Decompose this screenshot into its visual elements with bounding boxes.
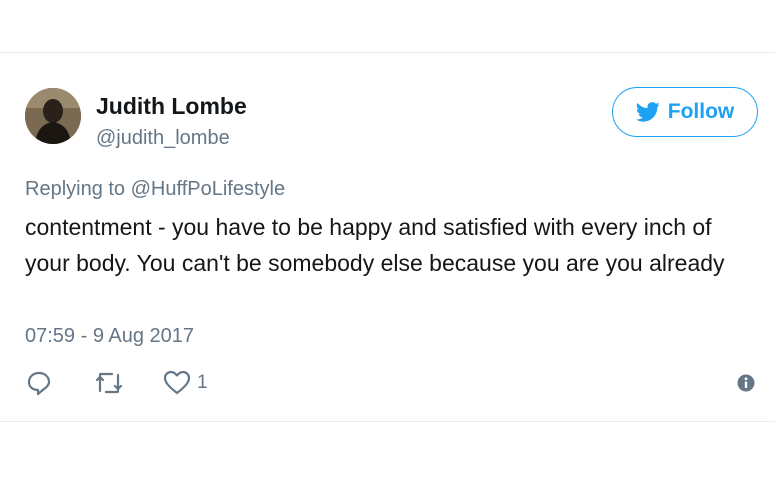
- like-count: 1: [197, 372, 208, 393]
- top-divider: [0, 52, 775, 53]
- follow-label: Follow: [667, 100, 735, 123]
- like-button[interactable]: 1: [162, 366, 208, 400]
- retweet-button[interactable]: [92, 366, 126, 400]
- replying-to-line: Replying to @HuffPoLifestyle: [25, 178, 285, 201]
- replying-to-link[interactable]: @HuffPoLifestyle: [131, 178, 285, 200]
- tweet-actions: 1: [0, 366, 775, 400]
- reply-button[interactable]: [25, 366, 53, 400]
- follow-button[interactable]: Follow: [612, 87, 758, 137]
- retweet-icon: [95, 372, 123, 394]
- user-handle[interactable]: @judith_lombe: [96, 127, 230, 150]
- replying-prefix: Replying to: [25, 178, 126, 200]
- tweet-text: contentment - you have to be happy and s…: [25, 214, 725, 276]
- tweet-embed: Judith Lombe @judith_lombe Follow Replyi…: [0, 0, 775, 477]
- info-icon: [737, 374, 755, 392]
- display-name[interactable]: Judith Lombe: [96, 93, 247, 120]
- tweet-timestamp[interactable]: 07:59 - 9 Aug 2017: [25, 325, 194, 348]
- twitter-bird-icon: [635, 102, 660, 122]
- bottom-divider: [0, 421, 775, 422]
- avatar[interactable]: [25, 88, 81, 144]
- reply-icon: [27, 371, 51, 396]
- info-button[interactable]: [736, 366, 756, 400]
- heart-icon: [163, 370, 191, 395]
